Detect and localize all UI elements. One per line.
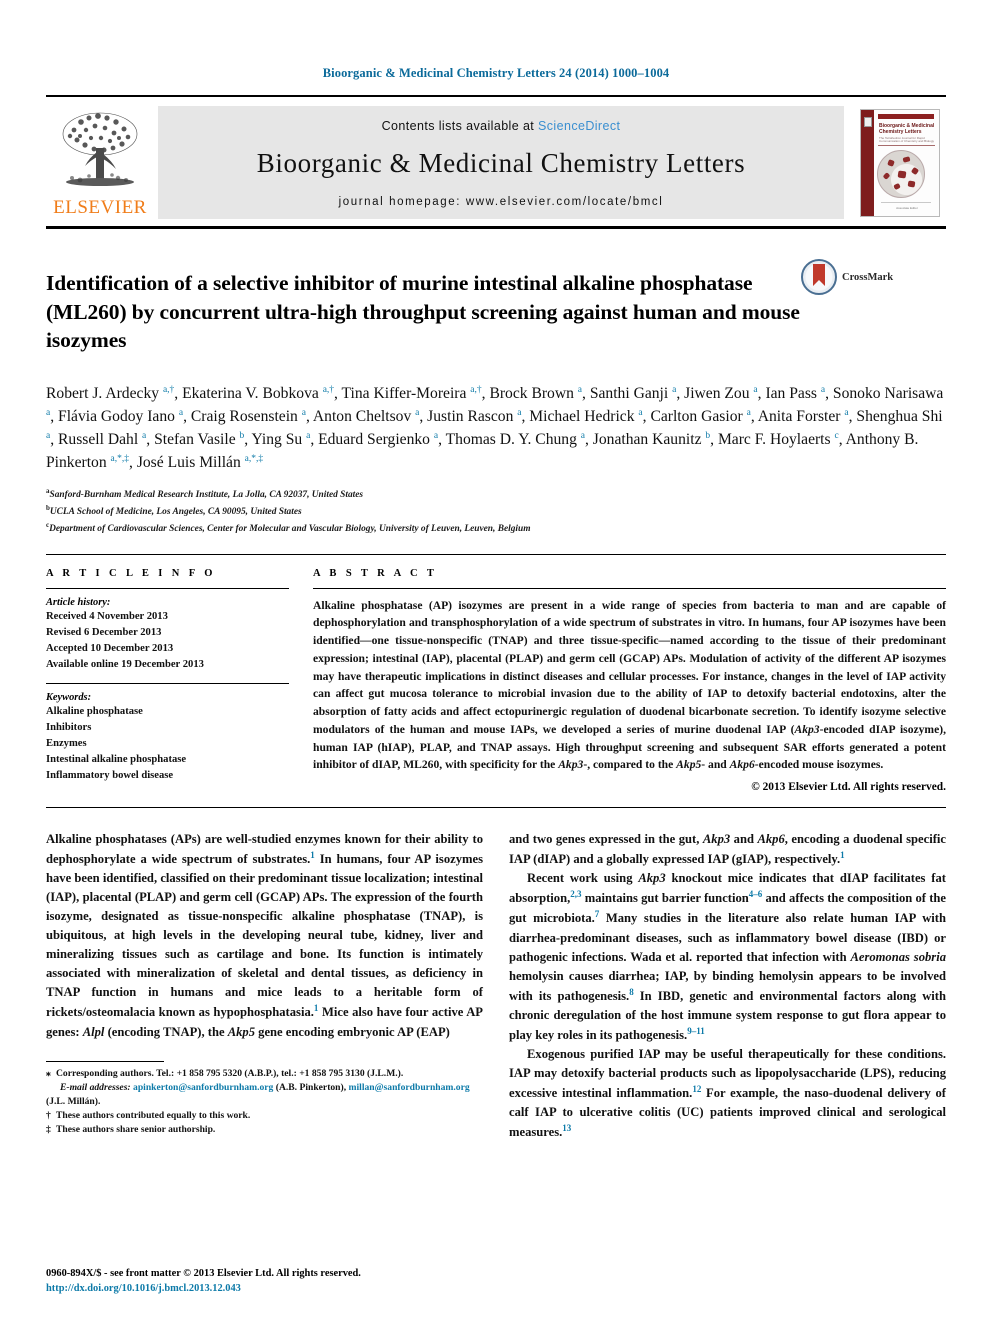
elsevier-logo[interactable]: ELSEVIER [46,106,154,219]
article-info-column: A R T I C L E I N F O Article history: R… [46,568,289,793]
footnote-email-addresses[interactable]: E-mail addresses: apinkerton@sanfordburn… [46,1081,483,1109]
body-columns: Alkaline phosphatases (APs) are well-stu… [46,830,946,1143]
author-list: Robert J. Ardecky a,†, Ekaterina V. Bobk… [46,384,944,471]
article-history-online: Available online 19 December 2013 [46,658,204,670]
body-text-left: Alkaline phosphatases (APs) are well-stu… [46,832,483,1039]
body-column-left: Alkaline phosphatases (APs) are well-stu… [46,830,483,1143]
crossmark-icon [801,259,837,295]
elsevier-wordmark: ELSEVIER [53,197,147,218]
abstract-copyright: © 2013 Elsevier Ltd. All rights reserved… [751,781,946,794]
affiliation-list: aSanford-Burnham Medical Research Instit… [46,486,946,538]
divider [313,587,946,589]
cover-rule [878,144,935,146]
abstract-text: Alkaline phosphatase (AP) isozymes are p… [313,598,946,772]
title-block: Identification of a selective inhibitor … [46,255,946,369]
abstract-heading: A B S T R A C T [313,567,438,579]
article-page: Bioorganic & Medicinal Chemistry Letters… [0,0,992,1323]
article-history-received: Received 4 November 2013 [46,610,168,622]
article-info-heading: A R T I C L E I N F O [46,567,216,579]
affiliation-text: Sanford-Burnham Medical Research Institu… [49,489,364,500]
affiliation-text: Department of Cardiovascular Sciences, C… [49,524,531,535]
journal-masthead: ELSEVIER Contents lists available at Sci… [46,95,946,229]
crossmark-badge[interactable]: CrossMark [801,255,931,295]
cover-footer: Associate Editor [896,205,918,210]
doi-link[interactable]: http://dx.doi.org/10.1016/j.bmcl.2013.12… [46,1281,361,1297]
body-text-right: and two genes expressed in the gut, Akp3… [509,832,947,1140]
crossmark-label: CrossMark [842,271,894,283]
page-title: Identification of a selective inhibitor … [46,271,800,353]
keyword-item: Enzymes [46,738,87,750]
footnote-corresponding-authors: ⁎ Corresponding authors. Tel.: +1 858 79… [46,1067,404,1079]
elsevier-tree-icon [62,112,138,186]
cover-title: Bioorganic & Medicinal Chemistry Letters [879,122,935,135]
cover-top-bar [878,113,934,119]
affiliation-item: cDepartment of Cardiovascular Sciences, … [46,520,946,537]
footnote-divider [46,1060,164,1062]
article-history-revised: Revised 6 December 2013 [46,626,162,638]
affiliation-item: aSanford-Burnham Medical Research Instit… [46,486,946,503]
journal-homepage[interactable]: journal homepage: www.elsevier.com/locat… [339,196,664,208]
cover-elsevier-icon [864,116,872,127]
info-abstract-panel: A R T I C L E I N F O Article history: R… [46,553,946,809]
footnotes-block: ⁎ Corresponding authors. Tel.: +1 858 79… [46,1067,483,1138]
journal-cover-thumbnail[interactable]: Bioorganic & Medicinal Chemistry Letters… [854,106,946,219]
article-history-label: Article history: [46,596,111,608]
abstract-column: A B S T R A C T Alkaline phosphatase (AP… [313,568,946,793]
divider [46,587,289,589]
keywords-block: Keywords: Alkaline phosphatase Inhibitor… [46,683,289,784]
running-head: Bioorganic & Medicinal Chemistry Letters… [322,66,670,80]
cover-image: Bioorganic & Medicinal Chemistry Letters… [860,108,940,217]
footnote-equal-contribution: † These authors contributed equally to t… [46,1110,251,1122]
keyword-item: Inflammatory bowel disease [46,770,174,782]
journal-title: Bioorganic & Medicinal Chemistry Letters [256,148,746,178]
contents-prefix: Contents lists available at [381,119,539,133]
sciencedirect-link[interactable]: ScienceDirect [538,119,620,133]
keywords-label: Keywords: [46,692,92,704]
affiliation-item: bUCLA School of Medicine, Los Angeles, C… [46,503,946,520]
keyword-item: Inhibitors [46,722,92,734]
keyword-item: Alkaline phosphatase [46,706,143,718]
article-history-accepted: Accepted 10 December 2013 [46,642,174,654]
body-column-right: and two genes expressed in the gut, Akp3… [509,830,946,1143]
issn-line: 0960-894X/$ - see front matter © 2013 El… [46,1267,361,1279]
affiliation-text: UCLA School of Medicine, Los Angeles, CA… [49,507,302,518]
cover-footer-rule [881,201,931,203]
contents-available-line: Contents lists available at ScienceDirec… [382,119,621,133]
colophon: 0960-894X/$ - see front matter © 2013 El… [46,1266,361,1297]
cover-artwork-circle [877,149,925,198]
footnote-senior-authorship: ‡ These authors share senior authorship. [46,1124,216,1136]
divider [46,683,289,685]
keyword-item: Intestinal alkaline phosphatase [46,754,187,766]
journal-band: Contents lists available at ScienceDirec… [158,106,844,219]
cover-subtitle: The Tetrahedron Journal for Rapid Commun… [879,135,935,144]
